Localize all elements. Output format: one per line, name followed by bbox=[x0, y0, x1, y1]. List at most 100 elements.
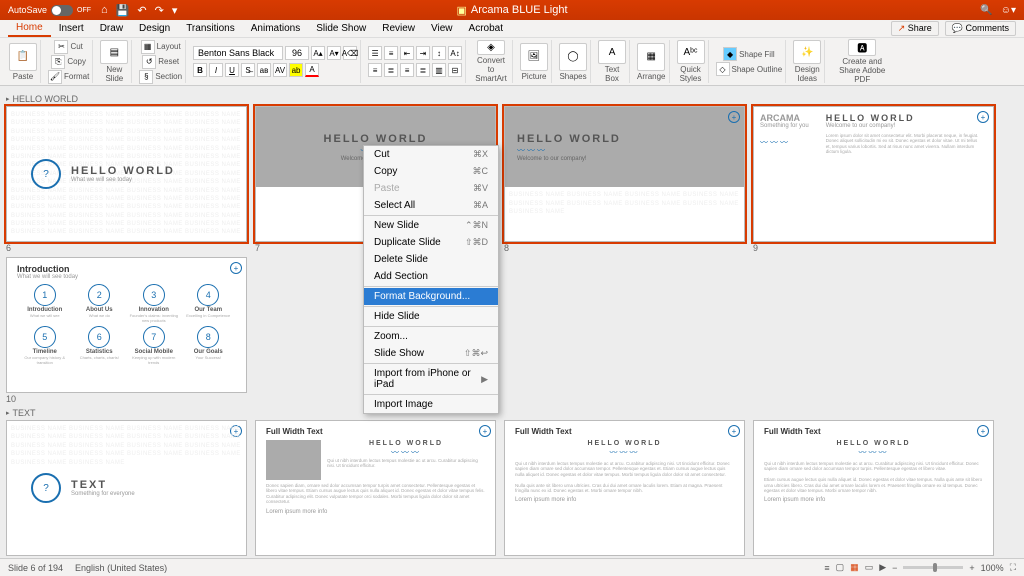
cut-icon[interactable]: ✂ bbox=[54, 40, 68, 54]
slide-thumb-10[interactable]: + Introduction What we will see today 1I… bbox=[6, 257, 247, 393]
ctx-copy[interactable]: Copy⌘C bbox=[364, 163, 498, 180]
align-center-icon[interactable]: ≣ bbox=[384, 63, 398, 77]
smartart-button[interactable]: ◈ bbox=[477, 40, 505, 55]
language[interactable]: English (United States) bbox=[75, 563, 167, 573]
slide-thumb-9[interactable]: + ARCAMA Something for you 〰〰〰 HELLO WOR… bbox=[753, 106, 994, 242]
slide-thumb-12[interactable]: + Full Width Text HELLO WORLD 〰〰〰 Qui ut… bbox=[255, 420, 496, 556]
tab-review[interactable]: Review bbox=[374, 21, 423, 36]
zoom-in-icon[interactable]: + bbox=[969, 563, 974, 573]
zoom-out-icon[interactable]: − bbox=[892, 563, 897, 573]
design-ideas-button[interactable]: ✨ bbox=[793, 40, 821, 64]
shadow-icon[interactable]: aʙ bbox=[257, 63, 271, 77]
tab-animations[interactable]: Animations bbox=[243, 21, 308, 36]
text-direction-icon[interactable]: A↕ bbox=[448, 46, 462, 60]
section-icon[interactable]: § bbox=[139, 70, 153, 84]
undo-icon[interactable]: ↶ bbox=[137, 4, 146, 17]
layout-icon[interactable]: ▦ bbox=[141, 40, 155, 54]
slide-thumb-13[interactable]: + Full Width Text HELLO WORLD 〰〰〰 Qui ut… bbox=[504, 420, 745, 556]
underline-icon[interactable]: U bbox=[225, 63, 239, 77]
slide-counter[interactable]: Slide 6 of 194 bbox=[8, 563, 63, 573]
add-icon[interactable]: + bbox=[977, 111, 989, 123]
highlight-icon[interactable]: ab bbox=[289, 63, 303, 77]
slide-thumb-11[interactable]: + BUSINESS NAME BUSINESS NAME BUSINESS N… bbox=[6, 420, 247, 556]
format-painter-icon[interactable]: 🖌 bbox=[48, 70, 62, 84]
copy-icon[interactable]: ⎘ bbox=[51, 55, 65, 69]
ctx-import-from-iphone-or-ipad[interactable]: Import from iPhone or iPad▶ bbox=[364, 365, 498, 393]
tab-draw[interactable]: Draw bbox=[92, 21, 131, 36]
shrink-font-icon[interactable]: A▾ bbox=[327, 46, 341, 60]
slide-thumb-6[interactable]: for(let i=0;i<60;i++)document.write('BUS… bbox=[6, 106, 247, 242]
tab-design[interactable]: Design bbox=[131, 21, 178, 36]
slideshow-view-icon[interactable]: ▶ bbox=[879, 562, 886, 573]
font-selector[interactable]: Benton Sans Black bbox=[193, 46, 283, 60]
tab-home[interactable]: Home bbox=[8, 20, 51, 37]
notes-icon[interactable]: ≡ bbox=[824, 563, 829, 573]
shapes-button[interactable]: ◯ bbox=[559, 43, 587, 71]
justify-icon[interactable]: ≣ bbox=[416, 63, 430, 77]
ctx-delete-slide[interactable]: Delete Slide bbox=[364, 251, 498, 268]
account-icon[interactable]: ☺▾ bbox=[1001, 5, 1016, 16]
textbox-button[interactable]: A bbox=[598, 40, 626, 64]
clear-format-icon[interactable]: A⌫ bbox=[343, 46, 357, 60]
tab-insert[interactable]: Insert bbox=[51, 21, 92, 36]
tab-transitions[interactable]: Transitions bbox=[178, 21, 243, 36]
strike-icon[interactable]: S̶ bbox=[241, 63, 255, 77]
ctx-hide-slide[interactable]: Hide Slide bbox=[364, 308, 498, 325]
ctx-new-slide[interactable]: New Slide⌃⌘N bbox=[364, 217, 498, 234]
adobe-pdf-button[interactable]: 🅰 bbox=[848, 39, 876, 56]
sorter-view-icon[interactable]: ▦ bbox=[850, 562, 859, 573]
fill-icon[interactable]: ◆ bbox=[723, 47, 737, 61]
indent-more-icon[interactable]: ⇥ bbox=[416, 46, 430, 60]
slide-thumb-8[interactable]: + HELLO WORLD 〰〰〰 Welcome to our company… bbox=[504, 106, 745, 242]
redo-icon[interactable]: ↷ bbox=[155, 4, 164, 17]
line-spacing-icon[interactable]: ↕ bbox=[432, 46, 446, 60]
section-text[interactable]: TEXT bbox=[6, 408, 1018, 418]
numbering-icon[interactable]: ≡ bbox=[384, 46, 398, 60]
slide-sorter[interactable]: HELLO WORLD for(let i=0;i<60;i++)documen… bbox=[0, 86, 1024, 558]
spacing-icon[interactable]: AV bbox=[273, 63, 287, 77]
share-button[interactable]: ↗ Share bbox=[891, 21, 939, 36]
autosave-toggle[interactable] bbox=[51, 5, 73, 16]
ctx-cut[interactable]: Cut⌘X bbox=[364, 146, 498, 163]
quick-styles-button[interactable]: Aᵇᶜ bbox=[677, 40, 705, 64]
slide-thumb-14[interactable]: + Full Width Text HELLO WORLD 〰〰〰 Qui ut… bbox=[753, 420, 994, 556]
ctx-slide-show[interactable]: Slide Show⇧⌘↩ bbox=[364, 345, 498, 362]
ctx-format-background-[interactable]: Format Background... bbox=[364, 288, 498, 305]
tab-view[interactable]: View bbox=[423, 21, 461, 36]
reset-icon[interactable]: ↺ bbox=[142, 55, 156, 69]
ctx-add-section[interactable]: Add Section bbox=[364, 268, 498, 285]
align-right-icon[interactable]: ≡ bbox=[400, 63, 414, 77]
new-slide-button[interactable]: ▤ bbox=[100, 40, 128, 64]
ctx-duplicate-slide[interactable]: Duplicate Slide⇧⌘D bbox=[364, 234, 498, 251]
outline-icon[interactable]: ◇ bbox=[716, 62, 730, 76]
arrange-button[interactable]: ▦ bbox=[637, 43, 665, 71]
bold-icon[interactable]: B bbox=[193, 63, 207, 77]
tab-acrobat[interactable]: Acrobat bbox=[461, 21, 511, 36]
align-text-icon[interactable]: ⊟ bbox=[448, 63, 462, 77]
columns-icon[interactable]: ▥ bbox=[432, 63, 446, 77]
reading-view-icon[interactable]: ▭ bbox=[865, 562, 874, 573]
zoom-level[interactable]: 100% bbox=[981, 563, 1004, 573]
ctx-import-image[interactable]: Import Image bbox=[364, 396, 498, 413]
italic-icon[interactable]: I bbox=[209, 63, 223, 77]
comments-button[interactable]: 💬 Comments bbox=[945, 21, 1016, 36]
normal-view-icon[interactable]: ▢ bbox=[836, 562, 845, 573]
align-left-icon[interactable]: ≡ bbox=[368, 63, 382, 77]
add-icon[interactable]: + bbox=[728, 425, 740, 437]
ctx-zoom-[interactable]: Zoom... bbox=[364, 328, 498, 345]
font-color-icon[interactable]: A bbox=[305, 63, 319, 77]
qat-menu-icon[interactable]: ▾ bbox=[172, 4, 178, 17]
picture-button[interactable]: 🖼 bbox=[520, 43, 548, 71]
save-icon[interactable]: 💾 bbox=[116, 4, 130, 17]
section-hello[interactable]: HELLO WORLD bbox=[6, 94, 1018, 104]
tab-slideshow[interactable]: Slide Show bbox=[308, 21, 374, 36]
add-icon[interactable]: + bbox=[977, 425, 989, 437]
add-icon[interactable]: + bbox=[479, 425, 491, 437]
grow-font-icon[interactable]: A▴ bbox=[311, 46, 325, 60]
fit-icon[interactable]: ⛶ bbox=[1010, 562, 1016, 573]
indent-less-icon[interactable]: ⇤ bbox=[400, 46, 414, 60]
add-icon[interactable]: + bbox=[728, 111, 740, 123]
zoom-slider[interactable] bbox=[903, 566, 963, 569]
paste-button[interactable]: 📋 bbox=[9, 43, 37, 71]
search-icon[interactable]: 🔍 bbox=[980, 5, 992, 16]
